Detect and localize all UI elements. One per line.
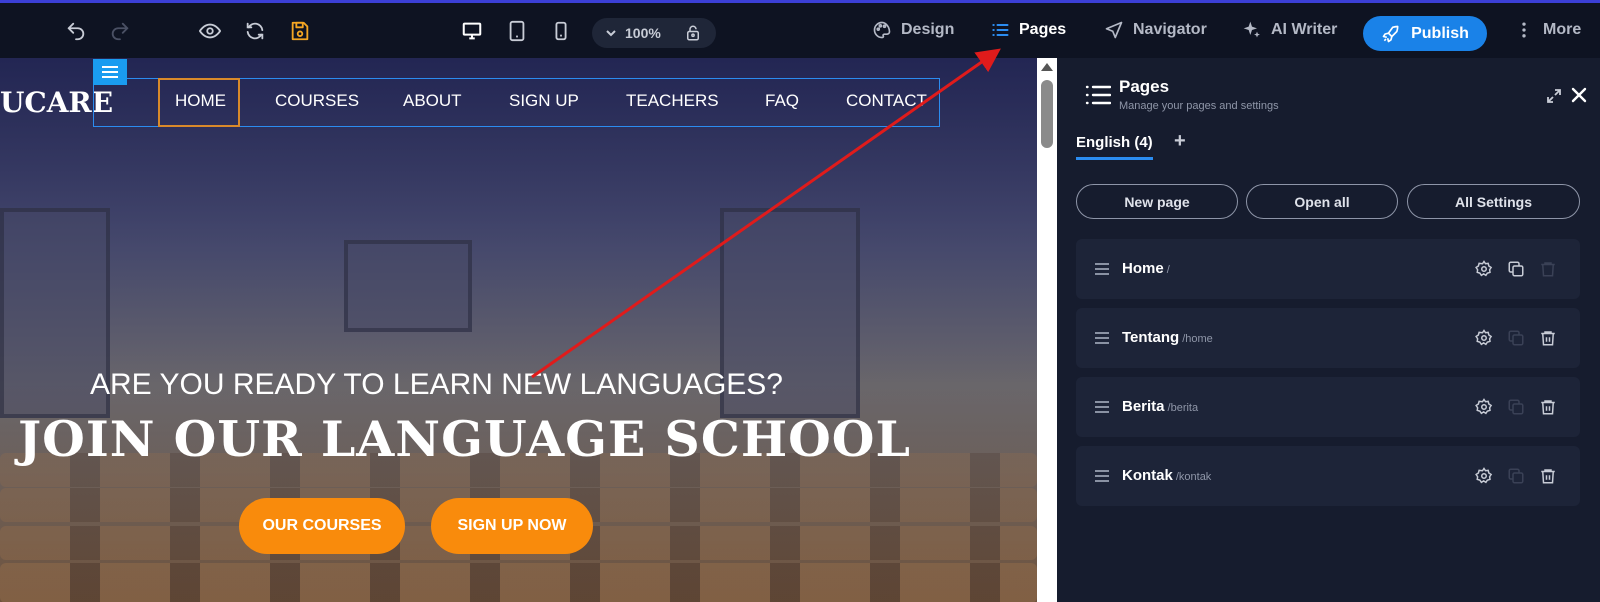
zoom-control[interactable]: 100% bbox=[592, 18, 716, 48]
navigator-label: Navigator bbox=[1133, 21, 1207, 38]
all-settings-button[interactable]: All Settings bbox=[1407, 184, 1580, 219]
lock-icon[interactable] bbox=[684, 24, 702, 42]
nav-about[interactable]: ABOUT bbox=[403, 91, 462, 111]
duplicate-icon bbox=[1508, 330, 1524, 346]
settings-icon[interactable] bbox=[1475, 260, 1493, 278]
top-toolbar: 100% Design Pages Navigator AI Writer Pu… bbox=[0, 0, 1600, 58]
page-name: Kontak/kontak bbox=[1122, 467, 1212, 484]
nav-sign-up[interactable]: SIGN UP bbox=[509, 91, 579, 111]
nav-faq[interactable]: FAQ bbox=[765, 91, 799, 111]
page-name: Tentang/home bbox=[1122, 329, 1213, 346]
page-slug: /kontak bbox=[1175, 471, 1212, 483]
more-nav[interactable]: More bbox=[1514, 20, 1581, 40]
list-icon bbox=[992, 24, 1009, 36]
nav-courses[interactable]: COURSES bbox=[275, 91, 359, 111]
page-name: Home / bbox=[1122, 260, 1170, 277]
page-name: Berita/berita bbox=[1122, 398, 1199, 415]
save-icon[interactable] bbox=[288, 19, 312, 43]
list-icon bbox=[1085, 85, 1111, 105]
drag-handle-icon[interactable] bbox=[1094, 262, 1110, 276]
pages-label: Pages bbox=[1019, 21, 1067, 38]
more-label: More bbox=[1543, 21, 1582, 38]
add-language-button[interactable]: + bbox=[1174, 130, 1186, 153]
duplicate-icon[interactable] bbox=[1507, 260, 1525, 278]
page-row-berita[interactable]: Berita/berita bbox=[1076, 377, 1580, 437]
trash-icon bbox=[1541, 262, 1555, 277]
mobile-icon[interactable] bbox=[549, 19, 573, 43]
duplicate-icon bbox=[1508, 468, 1524, 484]
hero-title[interactable]: JOIN OUR LANGUAGE SCHOOL bbox=[18, 410, 911, 468]
settings-icon[interactable] bbox=[1475, 467, 1493, 485]
drag-handle-icon[interactable] bbox=[1094, 400, 1110, 414]
new-page-button[interactable]: New page bbox=[1076, 184, 1238, 219]
ai-writer-label: AI Writer bbox=[1271, 21, 1338, 38]
sparkle-icon bbox=[1243, 21, 1260, 38]
background-window bbox=[344, 240, 472, 332]
settings-icon[interactable] bbox=[1475, 329, 1493, 347]
open-all-button[interactable]: Open all bbox=[1246, 184, 1398, 219]
our-courses-button[interactable]: OUR COURSES bbox=[239, 498, 405, 554]
menu-icon bbox=[102, 66, 118, 78]
canvas-scrollbar[interactable] bbox=[1037, 58, 1057, 602]
duplicate-icon bbox=[1508, 399, 1524, 415]
trash-icon[interactable] bbox=[1539, 467, 1557, 485]
design-nav[interactable]: Design bbox=[872, 20, 954, 40]
navigator-nav[interactable]: Navigator bbox=[1104, 20, 1207, 40]
trash-icon[interactable] bbox=[1539, 398, 1557, 416]
background-chairs bbox=[0, 563, 1037, 602]
editor-canvas[interactable]: UCARE HOME COURSES ABOUT SIGN UP TEACHER… bbox=[0, 58, 1037, 602]
element-handle[interactable] bbox=[93, 59, 127, 85]
panel-title: Pages bbox=[1119, 77, 1170, 96]
page-slug: /berita bbox=[1167, 402, 1199, 414]
drag-handle-icon[interactable] bbox=[1094, 331, 1110, 345]
undo-icon[interactable] bbox=[64, 19, 88, 43]
tab-english[interactable]: English (4) bbox=[1076, 134, 1153, 160]
refresh-icon[interactable] bbox=[243, 19, 267, 43]
expand-icon[interactable] bbox=[1546, 88, 1562, 104]
panel-subtitle: Manage your pages and settings bbox=[1119, 100, 1279, 112]
palette-icon bbox=[873, 21, 891, 39]
desktop-icon[interactable] bbox=[460, 19, 484, 43]
page-slug: / bbox=[1166, 264, 1170, 276]
trash-icon[interactable] bbox=[1539, 329, 1557, 347]
redo-icon[interactable] bbox=[108, 19, 132, 43]
page-row-kontak[interactable]: Kontak/kontak bbox=[1076, 446, 1580, 506]
tablet-icon[interactable] bbox=[505, 19, 529, 43]
hero-subtitle[interactable]: ARE YOU READY TO LEARN NEW LANGUAGES? bbox=[90, 368, 783, 402]
pages-nav[interactable]: Pages bbox=[990, 20, 1066, 40]
close-icon[interactable] bbox=[1570, 86, 1588, 104]
nav-home[interactable]: HOME bbox=[175, 91, 226, 111]
publish-label: Publish bbox=[1411, 24, 1469, 42]
rocket-icon bbox=[1382, 25, 1399, 42]
zoom-level: 100% bbox=[625, 25, 661, 41]
nav-contact[interactable]: CONTACT bbox=[846, 91, 927, 111]
sign-up-now-button[interactable]: SIGN UP NOW bbox=[431, 498, 593, 554]
eye-icon[interactable] bbox=[198, 19, 222, 43]
page-slug: /home bbox=[1182, 333, 1213, 345]
scroll-up-arrow[interactable] bbox=[1041, 63, 1053, 71]
more-vertical-icon bbox=[1522, 22, 1526, 38]
page-row-home[interactable]: Home / bbox=[1076, 239, 1580, 299]
pages-panel: Pages Manage your pages and settings Eng… bbox=[1057, 58, 1600, 602]
navigation-icon bbox=[1105, 21, 1123, 39]
design-label: Design bbox=[901, 21, 955, 38]
nav-teachers[interactable]: TEACHERS bbox=[626, 91, 719, 111]
chevron-down-icon bbox=[606, 30, 616, 37]
ai-writer-nav[interactable]: AI Writer bbox=[1242, 20, 1337, 40]
scroll-thumb[interactable] bbox=[1041, 80, 1053, 148]
publish-button[interactable]: Publish bbox=[1363, 16, 1487, 51]
page-row-tentang[interactable]: Tentang/home bbox=[1076, 308, 1580, 368]
settings-icon[interactable] bbox=[1475, 398, 1493, 416]
drag-handle-icon[interactable] bbox=[1094, 469, 1110, 483]
